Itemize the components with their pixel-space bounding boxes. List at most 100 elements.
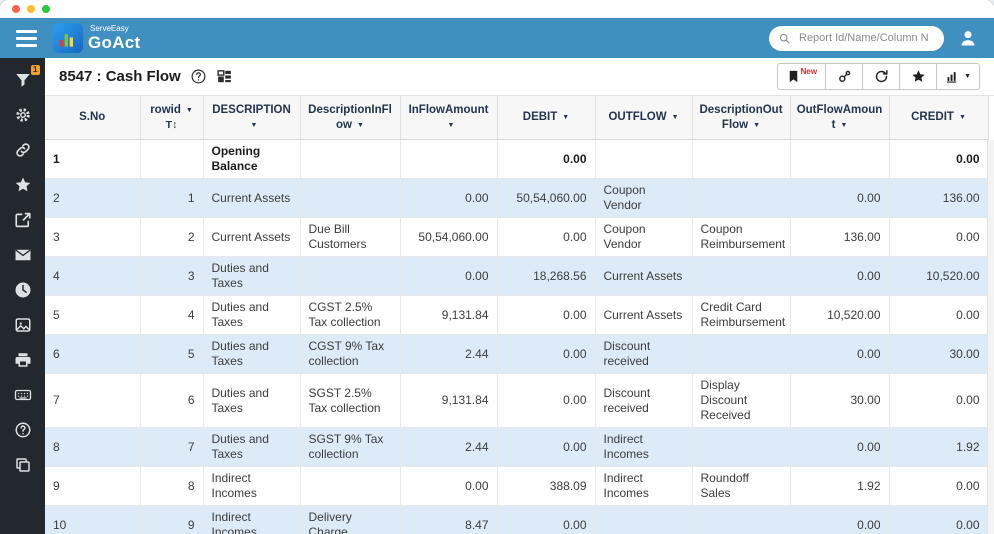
cell-outflowamount: 10,520.00	[790, 296, 889, 335]
column-filter-caret-icon[interactable]: ▼	[357, 122, 364, 129]
help-circle-icon[interactable]	[190, 68, 207, 85]
cell-description: Opening Balance	[203, 140, 300, 179]
toolbar-star-button[interactable]	[899, 63, 937, 90]
table-row[interactable]: 21Current Assets0.0050,54,060.00Coupon V…	[45, 179, 988, 218]
cell-outflow: Discount received	[595, 335, 692, 374]
bookmark-button[interactable]: New	[777, 63, 826, 90]
column-filter-caret-icon[interactable]: ▼	[562, 114, 569, 121]
table-row[interactable]: 54Duties and TaxesCGST 2.5% Tax collecti…	[45, 296, 988, 335]
sidebar-item-filter[interactable]: 1	[13, 70, 33, 89]
column-header-descriptionoutflow[interactable]: DescriptionOutFlow▼	[692, 96, 790, 140]
printer-icon	[14, 351, 32, 369]
cell-s-no: 2	[45, 179, 140, 218]
column-filter-caret-icon[interactable]: ▼	[251, 122, 258, 129]
cell-s-no: 3	[45, 218, 140, 257]
cell-outflowamount: 0.00	[790, 506, 889, 534]
cell-descriptionoutflow: Roundoff Sales	[692, 467, 790, 506]
column-filter-caret-icon[interactable]: ▼	[672, 114, 679, 121]
column-header-description[interactable]: DESCRIPTION▼	[203, 96, 300, 140]
cell-s-no: 5	[45, 296, 140, 335]
column-header-outflowamount[interactable]: OutFlowAmount▼	[790, 96, 889, 140]
report-titlebar: 8547 : Cash Flow New ▼	[45, 58, 994, 96]
image-icon	[14, 316, 32, 334]
cell-debit: 0.00	[497, 374, 595, 428]
cell-descriptioninflow	[300, 179, 400, 218]
column-filter-caret-icon[interactable]: ▼	[753, 122, 760, 129]
sort-indicator[interactable]: T↕	[146, 118, 198, 133]
chart-button[interactable]: ▼	[936, 63, 980, 90]
cell-outflow: Coupon Vendor	[595, 218, 692, 257]
table-row[interactable]: 76Duties and TaxesSGST 2.5% Tax collecti…	[45, 374, 988, 428]
cell-rowid	[140, 140, 203, 179]
cell-outflowamount: 1.92	[790, 467, 889, 506]
column-header-inflowamount[interactable]: InFlowAmount▼	[400, 96, 497, 140]
column-header-outflow[interactable]: OUTFLOW▼	[595, 96, 692, 140]
table-row[interactable]: 98Indirect Incomes0.00388.09Indirect Inc…	[45, 467, 988, 506]
report-table-zone: S.Norowid▼T↕DESCRIPTION▼DescriptionInFlo…	[45, 96, 994, 534]
column-filter-caret-icon[interactable]: ▼	[186, 107, 193, 114]
cell-outflowamount: 136.00	[790, 218, 889, 257]
table-row[interactable]: 1Opening Balance0.000.00	[45, 140, 988, 179]
cell-descriptionoutflow: Display Discount Received	[692, 374, 790, 428]
sidebar-item-image[interactable]	[13, 315, 33, 334]
refresh-button[interactable]	[862, 63, 900, 90]
column-header-rowid[interactable]: rowid▼T↕	[140, 96, 203, 140]
page-title: 8547 : Cash Flow	[59, 68, 181, 85]
cell-credit: 0.00	[889, 467, 988, 506]
cell-debit: 50,54,060.00	[497, 179, 595, 218]
grid-icon[interactable]	[216, 68, 233, 85]
cell-descriptioninflow	[300, 257, 400, 296]
browser-titlebar	[0, 0, 994, 18]
window-close-button[interactable]	[12, 5, 20, 13]
table-row[interactable]: 65Duties and TaxesCGST 9% Tax collection…	[45, 335, 988, 374]
cell-outflowamount	[790, 140, 889, 179]
hamburger-menu-icon[interactable]	[16, 30, 37, 47]
keyboard-icon	[14, 386, 32, 404]
cell-debit: 0.00	[497, 140, 595, 179]
cell-description: Current Assets	[203, 179, 300, 218]
cell-credit: 0.00	[889, 296, 988, 335]
link-icon	[14, 141, 32, 159]
cell-rowid: 5	[140, 335, 203, 374]
cell-descriptionoutflow	[692, 506, 790, 534]
cell-description: Duties and Taxes	[203, 257, 300, 296]
window-minimize-button[interactable]	[27, 5, 35, 13]
column-filter-caret-icon[interactable]: ▼	[959, 114, 966, 121]
sidebar-item-printer[interactable]	[13, 350, 33, 369]
cell-rowid: 9	[140, 506, 203, 534]
cell-credit: 10,520.00	[889, 257, 988, 296]
column-header-debit[interactable]: DEBIT▼	[497, 96, 595, 140]
cell-rowid: 6	[140, 374, 203, 428]
sidebar-item-star[interactable]	[13, 175, 33, 194]
cell-inflowamount: 2.44	[400, 428, 497, 467]
column-filter-caret-icon[interactable]: ▼	[840, 122, 847, 129]
cell-debit: 0.00	[497, 296, 595, 335]
table-row[interactable]: 43Duties and Taxes0.0018,268.56Current A…	[45, 257, 988, 296]
search-icon	[778, 32, 791, 45]
window-maximize-button[interactable]	[42, 5, 50, 13]
vertical-scrollbar[interactable]	[987, 140, 994, 534]
table-row[interactable]: 32Current AssetsDue Bill Customers50,54,…	[45, 218, 988, 257]
sidebar-item-mail[interactable]	[13, 245, 33, 264]
search-input[interactable]	[797, 31, 935, 45]
sidebar-item-share[interactable]	[13, 210, 33, 229]
column-header-credit[interactable]: CREDIT▼	[889, 96, 988, 140]
sidebar-item-link[interactable]	[13, 140, 33, 159]
key-button[interactable]	[825, 63, 863, 90]
column-filter-caret-icon[interactable]: ▼	[448, 122, 455, 129]
app-header: ServeEasy GoAct	[0, 18, 994, 58]
cell-credit: 0.00	[889, 218, 988, 257]
cell-credit: 1.92	[889, 428, 988, 467]
cell-descriptionoutflow	[692, 179, 790, 218]
clock-icon	[14, 281, 32, 299]
sidebar-item-clock[interactable]	[13, 280, 33, 299]
sidebar-item-gear[interactable]	[13, 105, 33, 124]
app-logo: ServeEasy GoAct	[53, 23, 141, 53]
table-row[interactable]: 109Indirect IncomesDelivery Charge8.470.…	[45, 506, 988, 534]
sidebar-item-keyboard[interactable]	[13, 385, 33, 404]
user-icon[interactable]	[958, 28, 978, 48]
sidebar-item-copy[interactable]	[13, 455, 33, 474]
table-row[interactable]: 87Duties and TaxesSGST 9% Tax collection…	[45, 428, 988, 467]
column-header-descriptioninflow[interactable]: DescriptionInFlow▼	[300, 96, 400, 140]
sidebar-item-help[interactable]	[13, 420, 33, 439]
